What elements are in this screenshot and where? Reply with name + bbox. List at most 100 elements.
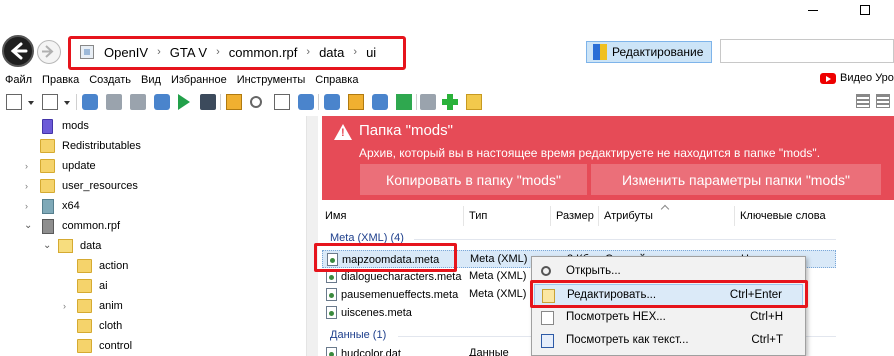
add-icon[interactable] bbox=[442, 94, 458, 110]
archive-settings-icon[interactable] bbox=[82, 94, 98, 110]
chevron-right-icon[interactable]: › bbox=[25, 201, 28, 211]
menu-tools[interactable]: Инструменты bbox=[232, 74, 311, 86]
tree-item-redistributables[interactable]: Redistributables bbox=[40, 136, 141, 156]
back-button[interactable] bbox=[2, 35, 34, 67]
group-header-data[interactable]: Данные (1) bbox=[330, 329, 386, 341]
tree-item-control[interactable]: control bbox=[77, 336, 132, 356]
image-icon[interactable] bbox=[154, 94, 170, 110]
search-icon[interactable] bbox=[250, 96, 262, 108]
menu-help[interactable]: Справка bbox=[310, 74, 363, 86]
column-type[interactable]: Тип bbox=[469, 210, 487, 222]
menu-item-hex[interactable]: Посмотреть HEX... Ctrl+H bbox=[534, 307, 803, 329]
maximize-icon[interactable] bbox=[860, 5, 870, 15]
column-divider[interactable] bbox=[463, 206, 464, 226]
file-type: Meta (XML) bbox=[470, 253, 528, 265]
tree-item-action[interactable]: action bbox=[77, 256, 128, 276]
tools-icon[interactable] bbox=[106, 94, 122, 110]
tree-item-cloth[interactable]: cloth bbox=[77, 316, 122, 336]
toolbar-separator bbox=[76, 94, 77, 110]
text-icon bbox=[541, 334, 554, 348]
breadcrumb-highlight bbox=[68, 36, 406, 70]
chevron-down-icon[interactable] bbox=[64, 101, 70, 105]
checklist-icon[interactable] bbox=[130, 94, 146, 110]
tree-item-data[interactable]: data bbox=[58, 236, 101, 256]
menu-view[interactable]: Вид bbox=[136, 74, 166, 86]
edit-icon[interactable] bbox=[226, 94, 242, 110]
column-size[interactable]: Размер bbox=[556, 210, 594, 222]
file-type: Данные bbox=[469, 347, 509, 356]
meta-file-icon bbox=[326, 306, 337, 319]
chevron-right-icon[interactable]: › bbox=[63, 301, 66, 311]
youtube-icon bbox=[820, 72, 836, 84]
new-folder-icon[interactable] bbox=[42, 94, 58, 110]
sort-up-icon bbox=[660, 204, 670, 214]
export-icon[interactable] bbox=[348, 94, 364, 110]
file-name: pausemenueffects.meta bbox=[341, 288, 459, 301]
tree-item-label: ai bbox=[99, 280, 108, 292]
file-name: uiscenes.meta bbox=[341, 306, 412, 319]
tree-item-mods[interactable]: mods bbox=[40, 116, 89, 136]
new-folder-icon[interactable] bbox=[466, 94, 482, 110]
selected-file-highlight bbox=[314, 243, 457, 272]
replace-icon[interactable] bbox=[372, 94, 388, 110]
menu-item-text[interactable]: Посмотреть как текст... Ctrl+T bbox=[534, 330, 803, 352]
rpf-archive-icon bbox=[42, 218, 54, 234]
text-view-icon[interactable] bbox=[298, 94, 314, 110]
toolbar-separator bbox=[318, 94, 319, 110]
column-divider[interactable] bbox=[734, 206, 735, 226]
tree-item-common-rpf[interactable]: common.rpf bbox=[40, 216, 120, 236]
edit-mode-label: Редактирование bbox=[612, 45, 704, 59]
play-icon[interactable] bbox=[178, 94, 190, 110]
minimize-icon[interactable] bbox=[808, 10, 818, 11]
chevron-down-icon[interactable]: ⌄ bbox=[43, 240, 51, 251]
list-view-icon[interactable] bbox=[856, 94, 870, 108]
data-file-icon bbox=[326, 347, 337, 356]
save-icon[interactable] bbox=[200, 94, 216, 110]
menu-create[interactable]: Создать bbox=[84, 74, 136, 86]
tree-item-label: data bbox=[80, 240, 102, 252]
forward-arrow-icon bbox=[42, 45, 54, 58]
file-list-header: Имя Тип Размер Атрибуты Ключевые слова bbox=[322, 204, 894, 226]
menu-edit[interactable]: Правка bbox=[37, 74, 84, 86]
video-tutorials-link[interactable]: Видео Уро bbox=[820, 72, 894, 84]
details-view-icon[interactable] bbox=[876, 94, 890, 108]
navigation-bar: OpenIV › GTA V › common.rpf › data › ui … bbox=[0, 34, 894, 70]
tree-item-anim[interactable]: anim bbox=[77, 296, 123, 316]
hex-view-icon[interactable] bbox=[274, 94, 290, 110]
warning-icon bbox=[334, 124, 352, 140]
toolbar bbox=[0, 91, 894, 113]
title-bar bbox=[0, 0, 894, 34]
column-name[interactable]: Имя bbox=[325, 210, 346, 222]
edit-mode-toggle[interactable]: Редактирование bbox=[586, 41, 712, 63]
chevron-right-icon[interactable]: › bbox=[25, 161, 28, 171]
mods-settings-button[interactable]: Изменить параметры папки "mods" bbox=[591, 164, 881, 195]
column-keywords[interactable]: Ключевые слова bbox=[740, 210, 826, 222]
menu-file[interactable]: Файл bbox=[0, 74, 37, 86]
column-attributes[interactable]: Атрибуты bbox=[604, 210, 653, 222]
menu-bar: Файл Правка Создать Вид Избранное Инстру… bbox=[0, 71, 894, 89]
column-divider[interactable] bbox=[550, 206, 551, 226]
tree-item-update[interactable]: update bbox=[40, 156, 96, 176]
tree-item-label: mods bbox=[62, 120, 89, 132]
sync-icon[interactable] bbox=[420, 94, 436, 110]
chevron-down-icon[interactable]: ⌄ bbox=[24, 220, 32, 231]
new-file-icon[interactable] bbox=[6, 94, 22, 110]
tree-scrollbar[interactable] bbox=[306, 116, 318, 356]
chevron-right-icon[interactable]: › bbox=[25, 181, 28, 191]
tree-item-user-resources[interactable]: user_resources bbox=[40, 176, 138, 196]
menu-favorites[interactable]: Избранное bbox=[166, 74, 232, 86]
import-icon[interactable] bbox=[324, 94, 340, 110]
folder-icon bbox=[77, 259, 92, 273]
column-divider[interactable] bbox=[598, 206, 599, 226]
tree-item-label: x64 bbox=[62, 200, 80, 212]
copy-to-mods-button[interactable]: Копировать в папку "mods" bbox=[360, 164, 587, 195]
shield-icon bbox=[593, 44, 607, 60]
x64-archive-icon bbox=[42, 198, 54, 214]
search-input[interactable] bbox=[720, 39, 894, 63]
tree-item-x64[interactable]: x64 bbox=[40, 196, 80, 216]
forward-button[interactable] bbox=[37, 40, 61, 64]
chevron-down-icon[interactable] bbox=[28, 101, 34, 105]
folder-tree: mods Redistributables › update › user_re… bbox=[0, 116, 318, 356]
refresh-icon[interactable] bbox=[396, 94, 412, 110]
tree-item-ai[interactable]: ai bbox=[77, 276, 108, 296]
